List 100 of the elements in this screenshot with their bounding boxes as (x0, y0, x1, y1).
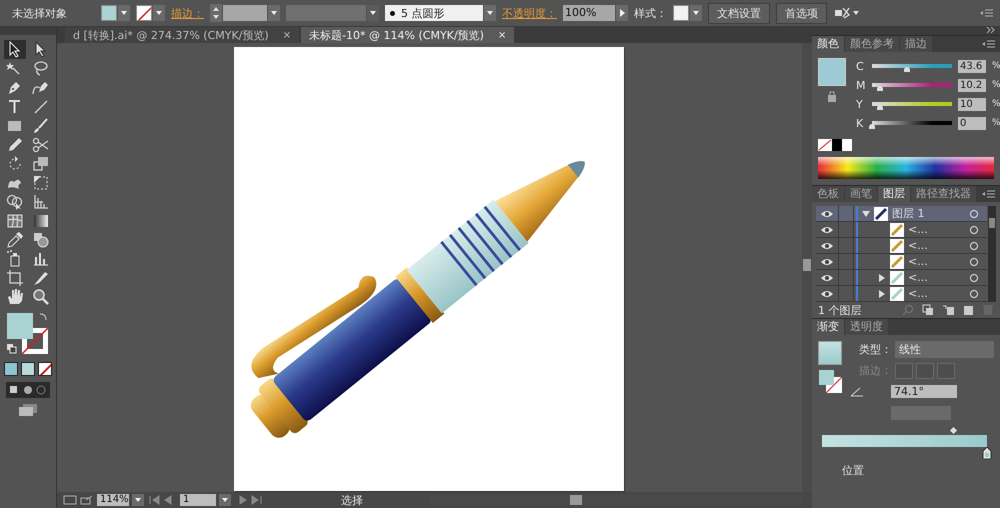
panel-tab[interactable]: 路径查找器 (911, 186, 976, 202)
style-dropdown-icon[interactable] (690, 5, 702, 21)
layer-name: <... (908, 255, 928, 268)
disclosure-triangle-icon[interactable] (862, 210, 870, 218)
color-spectrum[interactable] (818, 157, 994, 179)
selection-status: 未选择对象 (12, 6, 67, 20)
stroke-link[interactable]: 描边： (171, 6, 204, 20)
eye-icon[interactable] (820, 290, 834, 298)
zoom-field[interactable]: 114% (97, 494, 129, 506)
vertical-scrollbar[interactable] (802, 43, 812, 492)
eye-icon[interactable] (820, 242, 834, 250)
color-swatch[interactable] (818, 58, 846, 86)
eye-icon[interactable] (820, 274, 834, 282)
stroke-weight-dropdown-icon[interactable] (268, 5, 280, 21)
panel-tab[interactable]: 色板 (812, 186, 844, 202)
gradient-slider[interactable] (822, 427, 987, 447)
style-swatch[interactable] (673, 5, 689, 21)
layer-row[interactable]: <... (816, 254, 987, 270)
close-tab-button[interactable]: × (498, 30, 506, 40)
fill-dropdown-icon[interactable] (118, 5, 130, 21)
drawing-modes-icon[interactable] (6, 382, 50, 398)
channel-value-field[interactable]: 10 (958, 98, 986, 110)
swatch-chip[interactable] (842, 139, 852, 151)
brush-dropdown-icon[interactable] (484, 5, 496, 21)
gradient-swatch[interactable] (818, 341, 842, 365)
channel-label: K (856, 116, 864, 130)
panel-tab[interactable]: 颜色 (812, 36, 844, 52)
artboard-number-field[interactable]: 1 (180, 494, 216, 506)
gradient-mode-icon[interactable] (21, 362, 35, 376)
panel-tab[interactable]: 画笔 (845, 186, 877, 202)
opacity-link[interactable]: 不透明度： (502, 6, 557, 20)
layers-scrollbar[interactable] (988, 206, 996, 302)
channel-value-field[interactable]: 43.6 (958, 60, 986, 72)
eye-icon[interactable] (820, 226, 834, 234)
layer-thumbnail (874, 206, 888, 220)
panel-tab[interactable]: 描边 (900, 36, 932, 52)
zoom-dropdown-icon[interactable] (132, 494, 144, 506)
fill-swatch[interactable] (101, 5, 117, 21)
layer-thumbnail (890, 286, 904, 300)
share-icon[interactable] (80, 495, 94, 505)
layer-thumbnail (890, 238, 904, 252)
none-mode-icon[interactable] (38, 362, 52, 376)
color-mode-icon[interactable] (4, 362, 18, 376)
gradient-type-select[interactable]: 线性 (895, 341, 994, 358)
lock-icon (827, 90, 837, 102)
layer-row[interactable]: <... (816, 286, 987, 302)
brush-field[interactable]: 5 点圆形 (385, 5, 483, 21)
layer-thumbnail (890, 254, 904, 268)
swatch-chip[interactable] (832, 139, 842, 151)
toolbar-button[interactable]: 首选项 (776, 2, 827, 24)
layer-name: <... (908, 287, 928, 300)
new-sublayer-icon[interactable] (942, 304, 954, 316)
artboard-nav-icon[interactable] (63, 495, 77, 505)
style-label: 样式： (634, 6, 667, 20)
document-tab-title: 未标题-10* @ 114% (CMYK/预览) (309, 28, 484, 42)
panel-tab[interactable]: 透明度 (845, 319, 888, 335)
isolate-icon[interactable] (833, 5, 861, 21)
variable-width-field[interactable] (286, 5, 366, 21)
panel-tab[interactable]: 图层 (878, 186, 910, 202)
channel-label: M (856, 78, 866, 92)
opacity-slider-icon[interactable] (616, 5, 628, 21)
eye-icon[interactable] (820, 258, 834, 266)
opacity-field[interactable]: 100% (563, 5, 615, 21)
artboard-dropdown-icon[interactable] (219, 494, 231, 506)
position-label: 位置 (841, 463, 864, 478)
stroke-weight-field[interactable] (223, 5, 267, 21)
gradient-stop-icon[interactable] (982, 447, 992, 459)
close-tab-button[interactable]: × (282, 30, 292, 40)
new-layer-icon[interactable] (962, 304, 974, 316)
panel-menu-icon[interactable] (982, 39, 996, 49)
percent-label: % (992, 80, 1000, 90)
panel-tab[interactable]: 渐变 (812, 319, 844, 335)
document-tab[interactable]: 未标题-10* @ 114% (CMYK/预览) × (301, 27, 514, 43)
panel-tab[interactable]: 颜色参考 (845, 36, 899, 52)
clipping-mask-icon[interactable] (922, 304, 934, 316)
artboard-icon[interactable] (4, 268, 26, 287)
no-stroke-swatch[interactable] (136, 5, 152, 21)
layer-row[interactable]: <... (816, 222, 987, 238)
layer-row[interactable]: 图层 1 (816, 206, 987, 222)
document-tab[interactable]: d [转换].ai* @ 274.37% (CMYK/预览) × (65, 27, 300, 43)
panel-menu-icon[interactable] (982, 189, 996, 199)
eye-icon[interactable] (820, 210, 834, 218)
layer-row[interactable]: <... (816, 238, 987, 254)
channel-label: C (856, 60, 865, 72)
layer-row[interactable]: <... (816, 270, 987, 286)
disclosure-triangle-icon[interactable] (878, 290, 886, 298)
screen-mode-icon[interactable] (18, 403, 38, 417)
none-swatch[interactable] (818, 139, 832, 151)
angle-field[interactable]: 74.1° (891, 385, 957, 398)
stepper-icon[interactable] (210, 4, 222, 22)
fill-stroke-icon[interactable] (818, 369, 844, 395)
collapse-panels-icon[interactable] (986, 27, 996, 33)
disclosure-triangle-icon[interactable] (878, 274, 886, 282)
current-tool-label: 选择 (340, 492, 364, 508)
menu-icon[interactable] (980, 8, 994, 18)
channel-value-field[interactable]: 10.2 (958, 78, 986, 92)
stroke-dropdown-icon[interactable] (153, 5, 165, 21)
channel-value-field[interactable]: 0 (958, 116, 986, 130)
variable-width-dropdown-icon[interactable] (367, 5, 379, 21)
toolbar-button[interactable]: 文档设置 (708, 2, 770, 24)
